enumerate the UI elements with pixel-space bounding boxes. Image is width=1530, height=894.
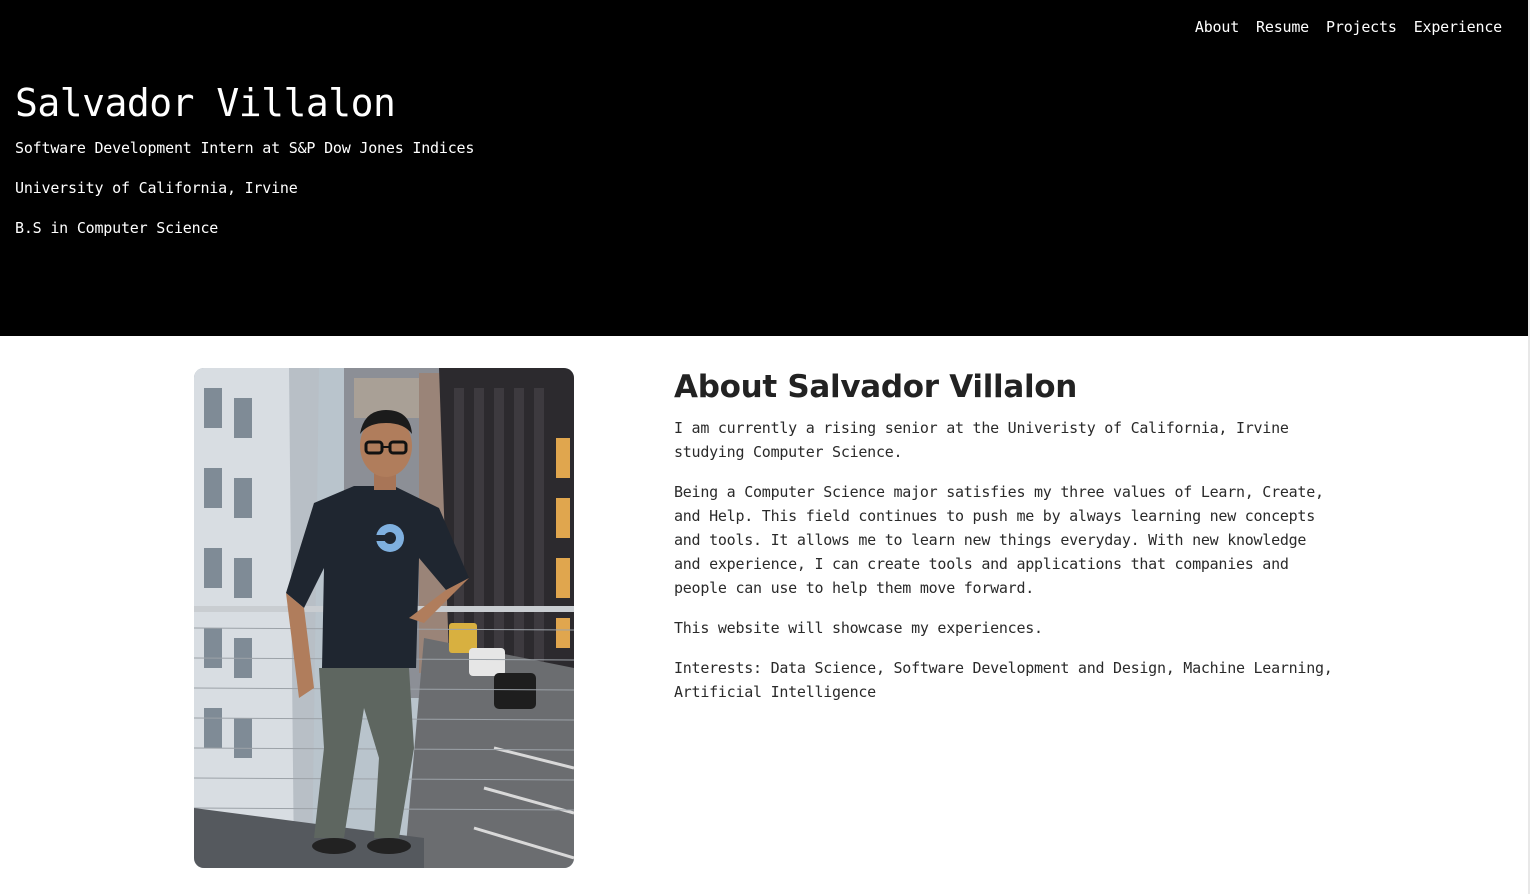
nav-link-experience[interactable]: Experience: [1414, 17, 1503, 37]
about-paragraph-showcase: This website will showcase my experience…: [674, 619, 1043, 637]
about-paragraph-intro: I am currently a rising senior at the Un…: [674, 419, 1289, 461]
nav-link-resume[interactable]: Resume: [1256, 17, 1309, 37]
hero-name: Salvador Villalon: [15, 81, 396, 125]
top-nav: About Resume Projects Experience: [1195, 17, 1502, 37]
about-section: About Salvador Villalon I am currently a…: [674, 366, 1334, 720]
about-paragraph-interests: Interests: Data Science, Software Develo…: [674, 659, 1333, 701]
hero-header: About Resume Projects Experience Salvado…: [0, 0, 1528, 336]
hero-degree: B.S in Computer Science: [15, 219, 219, 237]
hero-role: Software Development Intern at S&P Dow J…: [15, 139, 475, 157]
about-title: About Salvador Villalon: [674, 369, 1078, 405]
profile-photo: [194, 368, 574, 868]
nav-link-projects[interactable]: Projects: [1326, 17, 1397, 37]
about-paragraph-values: Being a Computer Science major satisfies…: [674, 483, 1324, 597]
nav-link-about[interactable]: About: [1195, 17, 1239, 37]
hero-school: University of California, Irvine: [15, 179, 298, 197]
